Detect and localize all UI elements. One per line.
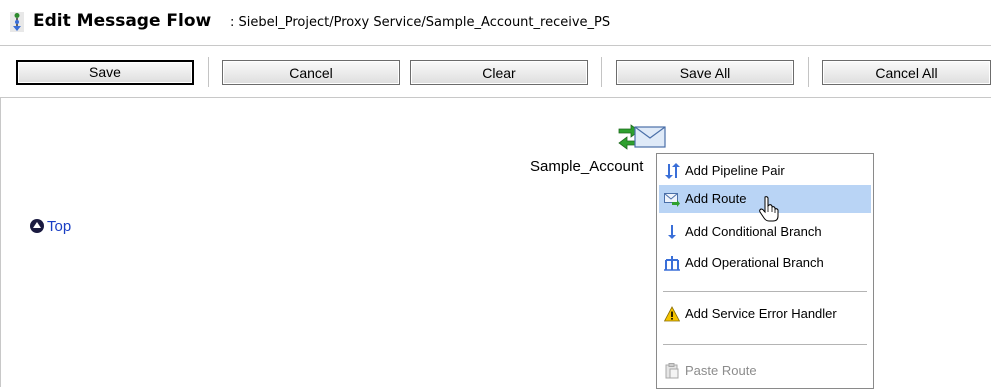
toolbar-divider (208, 57, 209, 87)
toolbar-divider (808, 57, 809, 87)
save-all-button[interactable]: Save All (616, 60, 794, 85)
message-flow-icon (10, 12, 24, 32)
title-separator: : (230, 15, 235, 30)
page-header: Edit Message Flow : Siebel_Project/Proxy… (0, 0, 991, 46)
up-arrow-icon (30, 219, 44, 233)
toolbar-divider (601, 57, 602, 87)
menu-item-paste-route[interactable]: Paste Route (659, 357, 871, 385)
context-menu: Add Pipeline Pair Add Route Add Conditio… (656, 153, 874, 389)
toolbar: Save Cancel Clear Save All Cancel All (0, 47, 991, 97)
menu-item-add-conditional-branch[interactable]: Add Conditional Branch (659, 218, 871, 246)
canvas-border (0, 98, 1, 387)
menu-item-label: Add Operational Branch (685, 255, 824, 270)
cancel-button[interactable]: Cancel (222, 60, 400, 85)
menu-item-add-service-error-handler[interactable]: Add Service Error Handler (659, 300, 871, 328)
clear-button[interactable]: Clear (410, 60, 588, 85)
page-title: Edit Message Flow (33, 11, 212, 31)
pipeline-pair-icon (665, 163, 680, 179)
top-link-label: Top (47, 218, 72, 235)
save-button[interactable]: Save (16, 60, 194, 85)
menu-item-label: Paste Route (685, 363, 757, 378)
route-icon (664, 193, 680, 207)
service-path: Siebel_Project/Proxy Service/Sample_Acco… (238, 15, 611, 30)
proxy-service-envelope-icon[interactable] (617, 119, 667, 155)
menu-item-add-pipeline-pair[interactable]: Add Pipeline Pair (659, 157, 871, 185)
service-node-label[interactable]: Sample_Account (530, 158, 643, 175)
page-path: : Siebel_Project/Proxy Service/Sample_Ac… (230, 15, 610, 30)
menu-separator (663, 291, 867, 292)
menu-item-label: Add Conditional Branch (685, 224, 822, 239)
operational-branch-icon (664, 256, 680, 271)
hand-cursor-icon (759, 196, 779, 222)
menu-item-label: Add Route (685, 191, 747, 206)
warning-icon (664, 306, 680, 322)
toolbar-divider-line (0, 97, 991, 98)
menu-item-label: Add Service Error Handler (685, 306, 837, 321)
menu-item-label: Add Pipeline Pair (685, 163, 785, 178)
menu-separator (663, 344, 867, 345)
top-link[interactable]: Top (30, 218, 71, 235)
conditional-branch-icon (668, 225, 676, 239)
paste-icon (665, 363, 679, 379)
cancel-all-button[interactable]: Cancel All (822, 60, 991, 85)
menu-item-add-operational-branch[interactable]: Add Operational Branch (659, 249, 871, 277)
